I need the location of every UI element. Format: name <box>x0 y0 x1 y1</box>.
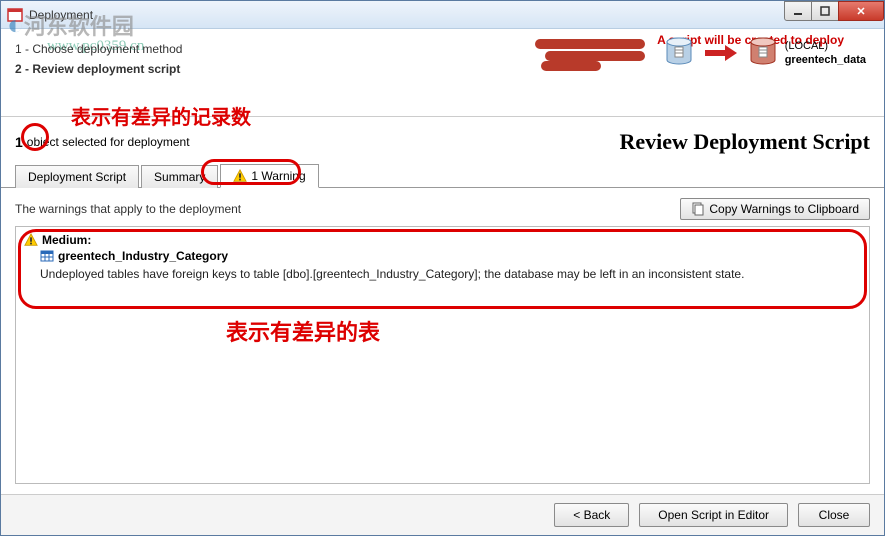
footer-buttons: < Back Open Script in Editor Close <box>1 494 884 535</box>
minimize-button[interactable] <box>784 1 812 21</box>
source-redacted <box>535 35 655 71</box>
arrow-icon <box>703 43 739 63</box>
warning-object: greentech_Industry_Category <box>24 249 861 263</box>
annotation-count: 表示有差异的记录数 <box>71 101 251 130</box>
copy-icon <box>691 202 705 216</box>
table-icon <box>40 249 54 263</box>
warnings-description: The warnings that apply to the deploymen… <box>15 202 241 216</box>
tab-warnings[interactable]: 1 Warning <box>220 164 318 188</box>
window-controls: ✕ <box>785 1 884 21</box>
deployment-window: Deployment ✕ ◐河东软件园 www.pc0359.cn 1 - Ch… <box>0 0 885 536</box>
tab-warnings-label: 1 Warning <box>251 169 305 183</box>
tabs: Deployment Script Summary 1 Warning <box>1 163 884 188</box>
selection-count-row: 表示有差异的记录数 1 object selected for deployme… <box>1 123 884 159</box>
warning-message: Undeployed tables have foreign keys to t… <box>24 267 861 281</box>
warning-icon <box>233 169 247 183</box>
selection-count: 1 <box>15 134 23 150</box>
target-server: (LOCAL) <box>785 39 866 53</box>
selection-label: object selected for deployment <box>27 135 190 149</box>
close-button[interactable]: ✕ <box>838 1 884 21</box>
deployment-diagram: (LOCAL) greentech_data <box>535 35 866 71</box>
warning-level: Medium: <box>24 233 861 247</box>
target-db-icon <box>749 37 777 69</box>
warnings-list: Medium: greentech_Industry_Category Unde… <box>15 226 870 484</box>
maximize-button[interactable] <box>811 1 839 21</box>
open-script-button[interactable]: Open Script in Editor <box>639 503 788 527</box>
tab-content: The warnings that apply to the deploymen… <box>1 188 884 494</box>
copy-warnings-button[interactable]: Copy Warnings to Clipboard <box>680 198 870 220</box>
window-title: Deployment <box>29 8 93 22</box>
source-db-icon <box>665 37 693 69</box>
back-button[interactable]: < Back <box>554 503 629 527</box>
titlebar: Deployment ✕ <box>1 1 884 29</box>
close-dialog-button[interactable]: Close <box>798 503 870 527</box>
tab-deployment-script[interactable]: Deployment Script <box>15 165 139 188</box>
page-title: Review Deployment Script <box>619 129 870 155</box>
target-database: greentech_data <box>785 53 866 67</box>
step-list: 1 - Choose deployment method 2 - Review … <box>15 39 182 110</box>
content-header: The warnings that apply to the deploymen… <box>15 194 870 226</box>
warning-icon <box>24 233 38 247</box>
step-2: 2 - Review deployment script <box>15 59 182 79</box>
annotation-table: 表示有差异的表 <box>226 315 380 347</box>
app-icon <box>7 7 23 23</box>
target-db: (LOCAL) greentech_data <box>749 37 866 69</box>
tab-summary[interactable]: Summary <box>141 165 218 188</box>
step-1: 1 - Choose deployment method <box>15 39 182 59</box>
